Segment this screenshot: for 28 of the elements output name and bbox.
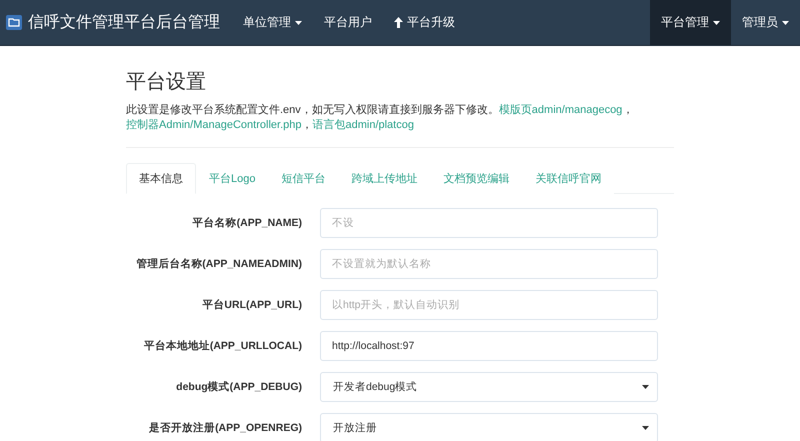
up-arrow-icon <box>394 17 403 28</box>
input-field[interactable]: http://localhost:97 <box>320 331 658 361</box>
caret-icon <box>713 20 720 24</box>
description-text: 此设置是修改平台系统配置文件.env，如无写入权限请直接到服务器下修改。模版页admin/managecog， 控制器Admin/ManageController.php，语言包admin/platcog <box>126 103 634 133</box>
field-label: 平台名称(APP_NAME) <box>192 216 302 230</box>
select-field[interactable]: 开发者debug模式 <box>320 372 658 402</box>
caret-icon <box>295 20 302 24</box>
brand-title[interactable]: 信呼文件管理平台后台管理 <box>28 12 220 33</box>
nav-menu-item[interactable]: 管理员 <box>731 0 800 45</box>
input-field[interactable]: 以http开头，默认自动识别 <box>320 290 658 320</box>
field-label: 是否开放注册(APP_OPENREG) <box>148 420 302 436</box>
settings-tab[interactable]: 基本信息 <box>126 163 196 194</box>
field-label: 管理后台名称(APP_NAMEADMIN) <box>135 256 302 272</box>
caret-icon <box>642 426 649 430</box>
caret-icon <box>782 20 789 24</box>
caret-icon <box>642 385 649 389</box>
folder-icon <box>6 15 22 30</box>
nav-menu-item[interactable]: 平台管理 <box>650 0 731 45</box>
input-field[interactable]: 不设置就为默认名称 <box>320 249 658 279</box>
field-label: 平台本地地址(APP_URLLOCAL) <box>142 338 302 354</box>
nav-menu-item[interactable]: 平台升级 <box>383 0 466 45</box>
page-title: 平台设置 <box>126 70 207 95</box>
field-label: 平台URL(APP_URL) <box>201 298 302 312</box>
nav-menu-item[interactable]: 平台用户 <box>313 0 383 45</box>
input-field[interactable]: 不设 <box>320 208 658 238</box>
field-label: debug模式(APP_DEBUG) <box>175 380 302 394</box>
select-field[interactable]: 开放注册 <box>320 413 658 441</box>
nav-menu-item[interactable]: 单位管理 <box>232 0 313 45</box>
